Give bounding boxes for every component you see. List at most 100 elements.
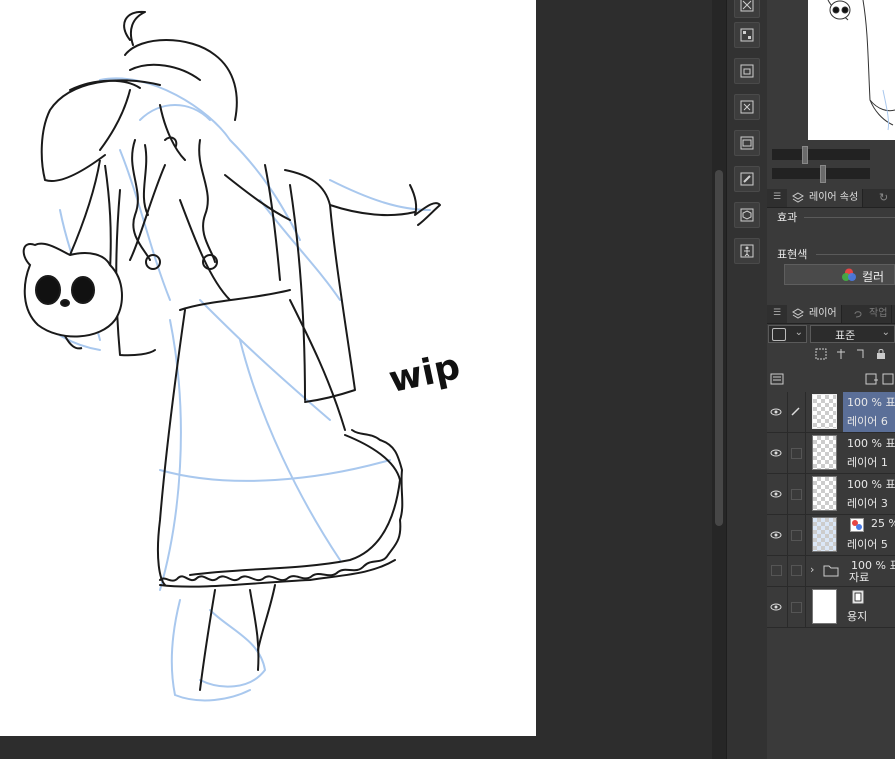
color-mode-button[interactable]: 컬러 [784, 264, 895, 285]
tab-layer[interactable]: 레이어 [787, 305, 842, 323]
scrollbar-thumb[interactable] [715, 170, 723, 526]
layer-name: 레이어 3 [847, 497, 888, 510]
divider [805, 392, 806, 432]
frame-tool-button[interactable] [734, 58, 760, 84]
divider [787, 474, 788, 514]
eye-icon[interactable] [770, 447, 782, 459]
transform-tool-button[interactable] [734, 94, 760, 120]
new-vector-layer-icon[interactable] [882, 373, 895, 385]
layer-row-5[interactable]: 25 % 레이어 5 [767, 515, 895, 556]
layer-name: 용지 [847, 610, 868, 623]
navigator-artwork [827, 0, 895, 131]
divider [805, 556, 806, 586]
rotation-slider-knob[interactable] [820, 165, 826, 183]
checker-icon [740, 28, 754, 42]
divider [787, 587, 788, 627]
layer-row-folder[interactable]: › 100 % 표준 자료 [767, 556, 895, 587]
layer-name: 레이어 6 [847, 415, 888, 428]
figure-tool-button[interactable] [734, 238, 760, 264]
chevron-down-icon: ⌄ [794, 327, 803, 338]
divider [787, 433, 788, 473]
eye-icon[interactable] [770, 529, 782, 541]
layer-row-paper[interactable]: 용지 [767, 587, 895, 628]
layer-thumbnail [812, 517, 837, 552]
layer-info: 100 % 표준 레이어 6 [843, 392, 895, 432]
edit-toggle[interactable] [791, 448, 802, 459]
lock-icon[interactable] [875, 348, 887, 360]
layer-color-swatch [772, 328, 786, 341]
eye-icon[interactable] [770, 488, 782, 500]
layer-color-dropdown[interactable]: ⌄ [768, 325, 807, 343]
layer-stack-icon [792, 308, 804, 319]
edit-toggle[interactable] [791, 565, 802, 576]
checker-tool-button[interactable] [734, 22, 760, 48]
eye-icon[interactable] [770, 406, 782, 418]
edit-tool-button[interactable] [734, 166, 760, 192]
layer-info: 100 % 표준 자료 [843, 556, 895, 586]
blend-mode-value: 표준 [835, 329, 856, 342]
layer-info: 용지 [843, 587, 895, 627]
layer-panel-menu-icon[interactable]: ☰ [773, 308, 781, 318]
layer-row-3[interactable]: 100 % 표준 레이어 3 [767, 474, 895, 515]
zoom-slider[interactable] [772, 146, 870, 164]
layer-row-6[interactable]: 100 % 표준 레이어 6 [767, 392, 895, 433]
refresh-icon[interactable]: ↻ [879, 191, 888, 204]
expression-color-label: 표현색 [777, 246, 810, 262]
new-layer-icon[interactable] [865, 373, 879, 385]
clip-icon[interactable] [815, 348, 827, 360]
reference-icon[interactable] [835, 348, 847, 360]
layer-list-empty-area[interactable] [767, 628, 895, 759]
layer-name: 레이어 1 [847, 456, 888, 469]
zoom-slider-knob[interactable] [802, 146, 808, 164]
layer-tab-row: ☰ 레이어 작업 [767, 305, 895, 324]
drawing-canvas[interactable]: wip [0, 0, 536, 736]
close-tool-icon[interactable] [734, 0, 760, 18]
wip-annotation: wip [385, 346, 463, 401]
blend-mode-dropdown[interactable]: 표준 ⌄ [810, 325, 895, 343]
lock-alpha-icon[interactable] [855, 348, 867, 360]
panel-menu-icon[interactable]: ☰ [773, 192, 781, 202]
layer-opacity-mode: 100 % 표준 [847, 396, 895, 409]
transform-icon [740, 100, 754, 114]
layer-opacity-mode: 100 % 표준 [847, 437, 895, 450]
tab-secondary[interactable]: 작업 [847, 305, 893, 323]
edit-toggle[interactable] [791, 602, 802, 613]
layer-info: 100 % 표준 레이어 1 [843, 433, 895, 473]
tab-layer-properties[interactable]: 레이어 속성 [787, 189, 864, 207]
divider [805, 433, 806, 473]
3d-tool-button[interactable] [734, 202, 760, 228]
undo-history-icon [854, 311, 862, 318]
layer-name: 자료 [849, 571, 870, 584]
folder-icon [823, 565, 839, 577]
visibility-toggle[interactable] [771, 565, 782, 576]
edit-icon [740, 172, 754, 186]
layer-thumbnail [812, 394, 837, 429]
x-box-icon [740, 0, 754, 12]
color-circles-icon [842, 268, 856, 281]
layer-row-1[interactable]: 100 % 표준 레이어 1 [767, 433, 895, 474]
figure-icon [740, 244, 754, 258]
expression-color-divider [816, 254, 895, 255]
pen-icon [791, 407, 800, 416]
eye-icon[interactable] [770, 601, 782, 613]
layer-list-icon[interactable] [770, 373, 784, 385]
layer-properties-icon [792, 192, 804, 203]
properties-tab-row: ☰ 레이어 속성 ↻ [767, 189, 895, 208]
tab-layer-properties-label: 레이어 속성 [809, 192, 859, 203]
layer-command-row [770, 372, 895, 388]
artwork: wip [22, 10, 464, 702]
divider [787, 556, 788, 586]
layer-info: 100 % 표준 레이어 3 [843, 474, 895, 514]
layer-opacity-mode: 100 % 표준 [847, 478, 895, 491]
navigator-preview[interactable] [808, 0, 895, 140]
tab-secondary-label: 작업 [869, 308, 888, 319]
tab-layer-label: 레이어 [809, 308, 837, 319]
layer-info: 25 % 레이어 5 [843, 515, 895, 555]
effect-label: 효과 [777, 209, 800, 225]
edit-toggle[interactable] [791, 489, 802, 500]
layer-thumbnail [812, 435, 837, 470]
edit-toggle[interactable] [791, 530, 802, 541]
rotation-slider[interactable] [772, 165, 870, 183]
layer-tool-button[interactable] [734, 130, 760, 156]
chevron-right-icon[interactable]: › [810, 563, 814, 576]
